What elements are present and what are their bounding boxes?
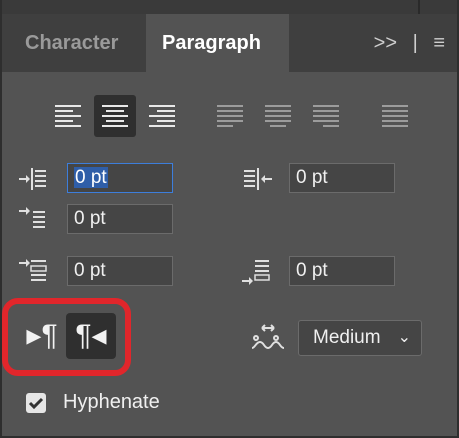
indent-first-line-value: 0 pt: [74, 208, 106, 229]
chevron-down-icon: ⌄: [397, 329, 411, 346]
left-to-right-icon: ▸¶: [26, 319, 58, 352]
tool-divider: |: [412, 32, 418, 54]
justify-last-center-icon: [265, 105, 291, 127]
indent-left-input[interactable]: 0 pt: [67, 163, 173, 193]
indent-first-line-icon: [19, 207, 45, 228]
tab-bar: Character Paragraph >> | ≡: [0, 14, 459, 72]
justify-all-icon: [382, 105, 408, 127]
justify-last-right-icon: [313, 105, 339, 127]
space-before-value: 0 pt: [74, 260, 106, 281]
justify-all-button[interactable]: [374, 95, 416, 137]
space-after-input[interactable]: 0 pt: [289, 256, 395, 286]
hyphenate-label: Hyphenate: [63, 391, 160, 413]
space-after-value: 0 pt: [296, 260, 328, 281]
justify-last-center-button[interactable]: [257, 95, 299, 137]
tab-character[interactable]: Character: [25, 14, 118, 72]
right-to-left-button[interactable]: ¶◂: [66, 313, 116, 359]
align-right-button[interactable]: [141, 95, 183, 137]
justify-last-right-button[interactable]: [305, 95, 347, 137]
kashida-icon: [251, 324, 285, 350]
left-to-right-button[interactable]: ▸¶: [17, 313, 67, 359]
right-to-left-icon: ¶◂: [75, 319, 107, 352]
justify-last-left-icon: [217, 105, 243, 127]
panel-top-strip: [0, 0, 459, 14]
kashida-select[interactable]: Medium ⌄: [298, 320, 422, 356]
checkmark-icon: [28, 397, 44, 410]
space-before-icon: [19, 259, 47, 281]
space-after-icon: [242, 260, 270, 285]
panel-tools: >> | ≡: [364, 14, 445, 72]
panel-border-left: [0, 0, 2, 438]
space-before-input[interactable]: 0 pt: [67, 256, 173, 286]
align-center-button[interactable]: [94, 95, 136, 137]
align-left-button[interactable]: [47, 95, 89, 137]
panel-menu-icon[interactable]: ≡: [433, 14, 445, 72]
align-center-icon: [102, 105, 128, 127]
align-left-icon: [55, 105, 81, 127]
indent-left-icon: [19, 168, 46, 190]
indent-left-value: 0 pt: [74, 167, 108, 188]
indent-right-icon: [244, 168, 272, 190]
align-right-icon: [149, 105, 175, 127]
expand-panel-icon[interactable]: >>: [374, 14, 397, 72]
indent-first-line-input[interactable]: 0 pt: [67, 204, 173, 234]
indent-right-input[interactable]: 0 pt: [289, 163, 395, 193]
tab-paragraph[interactable]: Paragraph: [146, 14, 289, 72]
indent-right-value: 0 pt: [296, 167, 328, 188]
divider: [418, 0, 420, 14]
hyphenate-checkbox[interactable]: [26, 393, 46, 413]
justify-last-left-button[interactable]: [209, 95, 251, 137]
kashida-value: Medium: [313, 327, 381, 348]
